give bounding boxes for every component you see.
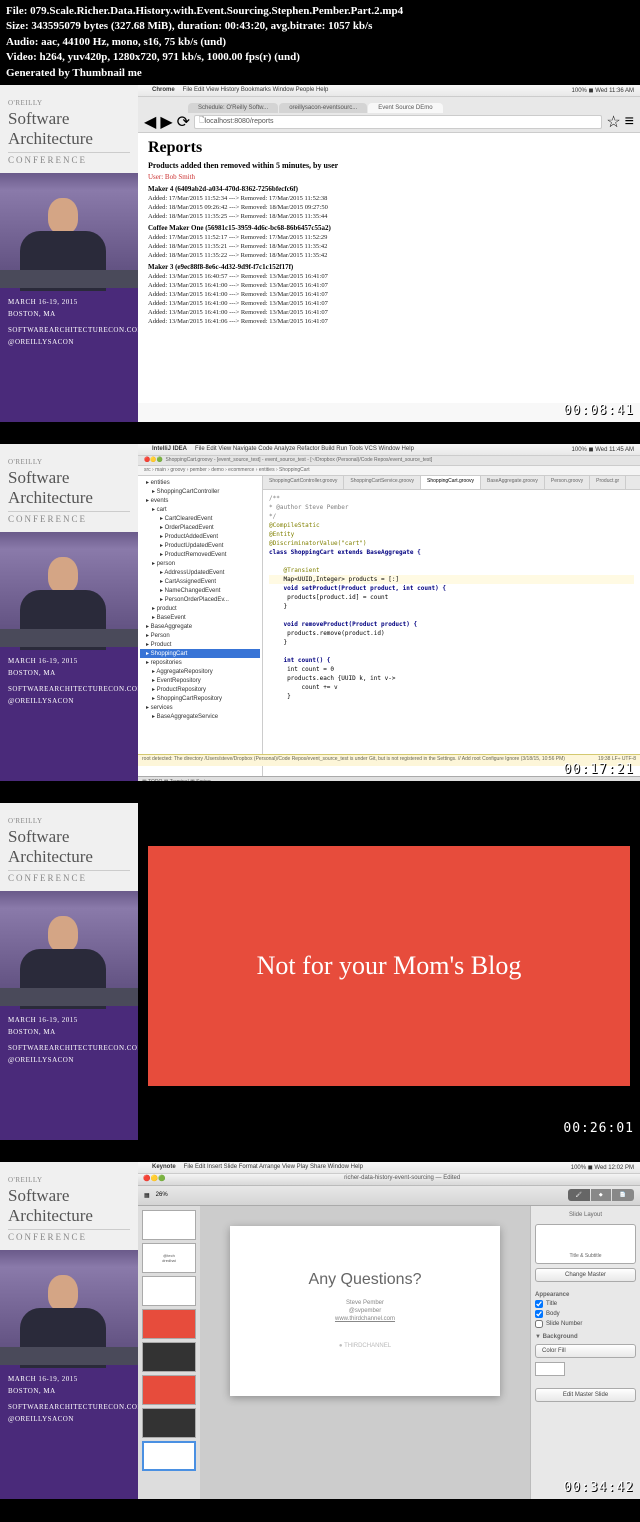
tree-node[interactable]: ▸ ShoppingCartController (140, 487, 260, 496)
star-icon[interactable]: ☆ (606, 112, 620, 132)
tree-node[interactable]: ▸ Product (140, 640, 260, 649)
slide-canvas[interactable]: Any Questions? Steve Pember @svpember ww… (200, 1206, 530, 1499)
back-icon[interactable]: ◀ (144, 112, 156, 132)
editor-tab[interactable]: ShoppingCartService.groovy (344, 476, 421, 489)
editor-tab[interactable]: ShoppingCartController.groovy (263, 476, 344, 489)
timestamp: 00:34:42 (563, 1480, 634, 1495)
tree-node[interactable]: ▸ ProductAddedEvent (140, 532, 260, 541)
slide: Not for your Mom's Blog (148, 846, 630, 1086)
thumbnail-4: O'REILLY Software Architecture CONFERENC… (0, 1162, 640, 1499)
tree-node[interactable]: ▸ Person (140, 631, 260, 640)
editor-tab[interactable]: BaseAggregate.groovy (481, 476, 545, 489)
tree-node[interactable]: ▸ BaseAggregateService (140, 712, 260, 721)
tree-node[interactable]: ▸ ShoppingCartRepository (140, 694, 260, 703)
conference-sidebar: O'REILLY Software Architecture CONFERENC… (0, 444, 138, 781)
edit-master-button[interactable]: Edit Master Slide (535, 1388, 636, 1402)
tree-node[interactable]: ▸ CartClearedEvent (140, 514, 260, 523)
tree-node[interactable]: ▸ AggregateRepository (140, 667, 260, 676)
timestamp: 00:26:01 (563, 1121, 634, 1136)
tree-node[interactable]: ▸ entities (140, 478, 260, 487)
tree-node[interactable]: ▸ EventRepository (140, 676, 260, 685)
body-checkbox[interactable] (535, 1310, 543, 1318)
browser-tab[interactable]: Schedule: O'Reilly Softw... (188, 103, 278, 113)
thumbnail-3: O'REILLY Software Architecture CONFERENC… (0, 803, 640, 1140)
inspector-panel[interactable]: Slide Layout Title & Subtitle Change Mas… (530, 1206, 640, 1499)
code-editor[interactable]: /** * @author Steve Pember */ @CompileSt… (263, 490, 640, 705)
tree-node[interactable]: ▸ PersonOrderPlacedEv... (140, 595, 260, 604)
background-type[interactable]: Color Fill (535, 1344, 636, 1358)
conference-sidebar: O'REILLY Software Architecture CONFERENC… (0, 85, 138, 422)
zoom-select[interactable]: 26% (156, 1192, 168, 1198)
tree-node[interactable]: ▸ NameChangedEvent (140, 586, 260, 595)
mac-menubar[interactable]: Keynote File Edit Insert Slide Format Ar… (138, 1162, 640, 1174)
tree-node[interactable]: ▸ product (140, 604, 260, 613)
tree-node[interactable]: ▸ services (140, 703, 260, 712)
window-title: 🔴🟡🟢richer-data-history-event-sourcing — … (138, 1174, 640, 1186)
tree-node[interactable]: ▸ OrderPlacedEvent (140, 523, 260, 532)
conference-sidebar: O'REILLY Software Architecture CONFERENC… (0, 803, 138, 1140)
change-master-button[interactable]: Change Master (535, 1268, 636, 1282)
breadcrumb[interactable]: src › main › groovy › pember › demo › ec… (138, 466, 640, 476)
tree-node[interactable]: ▸ events (140, 496, 260, 505)
slide-number-checkbox[interactable] (535, 1320, 543, 1328)
slide-navigator[interactable]: @tech#redhat (138, 1206, 200, 1499)
view-icon[interactable]: ▦ (144, 1192, 150, 1199)
title-checkbox[interactable] (535, 1300, 543, 1308)
tree-node[interactable]: ▸ ProductUpdatedEvent (140, 541, 260, 550)
tree-node[interactable]: ▸ ProductRemovedEvent (140, 550, 260, 559)
timestamp: 00:17:21 (563, 762, 634, 777)
toolbar[interactable]: ▦ 26% 🖌 ◆ 📄 (138, 1186, 640, 1206)
window-title: 🔴🟡🟢 ShoppingCart.groovy - [event_source_… (138, 456, 640, 466)
color-swatch[interactable] (535, 1362, 565, 1376)
speaker-photo (0, 1250, 138, 1365)
tree-node[interactable]: ▸ ProductRepository (140, 685, 260, 694)
tree-node[interactable]: ▸ AddressUpdatedEvent (140, 568, 260, 577)
conference-sidebar: O'REILLY Software Architecture CONFERENC… (0, 1162, 138, 1499)
editor-tab[interactable]: Person.groovy (545, 476, 590, 489)
layout-preview[interactable]: Title & Subtitle (535, 1224, 636, 1264)
tree-node[interactable]: ▸ BaseEvent (140, 613, 260, 622)
document-tab[interactable]: 📄 (612, 1189, 634, 1201)
format-tab[interactable]: 🖌 (568, 1189, 590, 1201)
editor-tab[interactable]: ShoppingCart.groovy (421, 476, 481, 489)
tree-node[interactable]: ▸ person (140, 559, 260, 568)
mac-menubar[interactable]: Chrome File Edit View History Bookmarks … (138, 85, 640, 97)
tree-node[interactable]: ▸ ShoppingCart (140, 649, 260, 658)
project-tree[interactable]: ▸ entities▸ ShoppingCartController▸ even… (138, 476, 263, 776)
tree-node[interactable]: ▸ BaseAggregate (140, 622, 260, 631)
speaker-photo (0, 532, 138, 647)
speaker-photo (0, 173, 138, 288)
thumbnail-2: O'REILLY Software Architecture CONFERENC… (0, 444, 640, 781)
mac-menubar[interactable]: IntelliJ IDEA File Edit View Navigate Co… (138, 444, 640, 456)
report-content: Reports Products added then removed with… (138, 133, 640, 403)
url-input[interactable]: 🗋 localhost:8080/reports (194, 115, 602, 129)
thumbnail-1: O'REILLY Software Architecture CONFERENC… (0, 85, 640, 422)
reload-icon[interactable]: ⟳ (177, 112, 190, 132)
editor-tab[interactable]: Product.gr (590, 476, 626, 489)
forward-icon[interactable]: ▶ (160, 112, 172, 132)
menu-icon[interactable]: ≡ (625, 113, 634, 131)
page-title: Reports (148, 139, 630, 157)
browser-tabs[interactable]: Schedule: O'Reilly Softw...oreillysacon-… (138, 97, 640, 113)
browser-tab[interactable]: oreillysacon-eventsourc... (279, 103, 367, 113)
tree-node[interactable]: ▸ cart (140, 505, 260, 514)
speaker-photo (0, 891, 138, 1006)
tree-node[interactable]: ▸ CartAssignedEvent (140, 577, 260, 586)
browser-tab[interactable]: Event Source DEmo (368, 103, 442, 113)
animate-tab[interactable]: ◆ (591, 1189, 611, 1201)
tree-node[interactable]: ▸ repositories (140, 658, 260, 667)
editor-tabs[interactable]: ShoppingCartController.groovyShoppingCar… (263, 476, 640, 490)
timestamp: 00:08:41 (563, 403, 634, 418)
file-info-header: File: 079.Scale.Richer.Data.History.with… (0, 0, 640, 85)
